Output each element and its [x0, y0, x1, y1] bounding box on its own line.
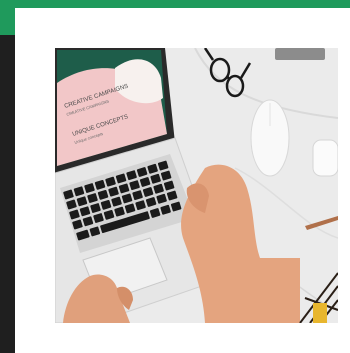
- top-accent-bar: [0, 0, 350, 8]
- top-left-accent-tab: [0, 0, 15, 35]
- left-dark-panel: [0, 35, 15, 353]
- laptop-photo[interactable]: CREATIVE CAMPAIGNS CREATIVE CAMPAIGNS UN…: [55, 48, 338, 323]
- tray: [275, 48, 325, 60]
- basket-item: [313, 303, 327, 323]
- content-card: CREATIVE CAMPAIGNS CREATIVE CAMPAIGNS UN…: [15, 8, 350, 353]
- right-forearm: [260, 258, 300, 323]
- earbuds-case: [312, 139, 338, 177]
- photo-illustration: CREATIVE CAMPAIGNS CREATIVE CAMPAIGNS UN…: [55, 48, 338, 323]
